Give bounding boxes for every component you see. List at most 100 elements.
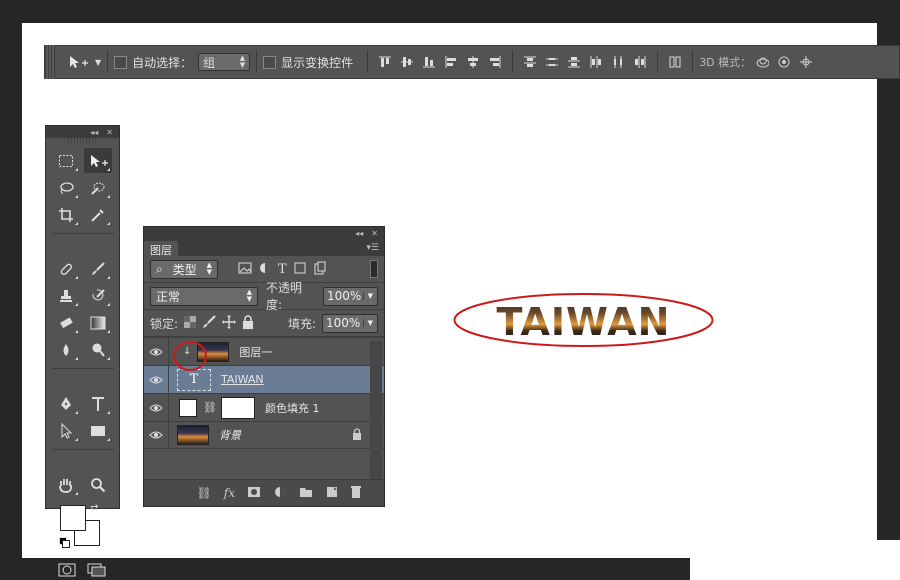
auto-select-dropdown[interactable]: 组 ▲ ▼ bbox=[198, 53, 251, 71]
distribute-vcenter-icon[interactable] bbox=[545, 55, 559, 69]
new-layer-icon[interactable] bbox=[325, 485, 338, 501]
lasso-tool-icon[interactable] bbox=[52, 175, 80, 200]
auto-align-icon[interactable] bbox=[668, 55, 682, 69]
layer-row-background[interactable]: 背景 bbox=[144, 421, 384, 449]
type-tool-icon[interactable] bbox=[84, 391, 112, 416]
adjustment-layer-icon[interactable] bbox=[273, 485, 287, 502]
default-colors-icon[interactable] bbox=[59, 537, 70, 548]
fill-field[interactable]: 100% ▼ bbox=[322, 313, 378, 333]
lock-transparent-icon[interactable] bbox=[184, 315, 197, 331]
filter-smart-object-icon[interactable] bbox=[313, 261, 327, 278]
brush-tool-icon[interactable] bbox=[84, 256, 112, 281]
checkbox-box[interactable] bbox=[263, 55, 277, 69]
align-bottom-icon[interactable] bbox=[422, 55, 436, 69]
3d-pan-icon[interactable] bbox=[799, 55, 813, 69]
move-tool-icon bbox=[70, 56, 88, 68]
close-icon[interactable]: ✕ bbox=[371, 229, 378, 238]
marquee-tool-icon[interactable] bbox=[52, 148, 80, 173]
align-left-icon[interactable] bbox=[444, 55, 458, 69]
layer-mask-thumb bbox=[220, 396, 255, 419]
distribute-hcenter-icon[interactable] bbox=[611, 55, 625, 69]
panel-menu-icon[interactable]: ▾☰ bbox=[366, 243, 384, 256]
add-mask-icon[interactable] bbox=[247, 486, 261, 501]
hand-tool-icon[interactable] bbox=[52, 472, 80, 497]
blur-tool-icon[interactable] bbox=[52, 337, 80, 362]
close-icon[interactable]: ✕ bbox=[106, 128, 113, 137]
show-transform-checkbox[interactable]: 显示变换控件 bbox=[263, 54, 353, 71]
link-layers-icon[interactable]: ⛓ bbox=[197, 486, 212, 500]
clipped-text-taiwan: TAIWAN bbox=[453, 300, 714, 344]
filter-pixel-icon[interactable] bbox=[238, 262, 252, 277]
chevron-down-icon[interactable]: ▼ bbox=[362, 319, 377, 327]
zoom-tool-icon[interactable] bbox=[84, 472, 112, 497]
tab-layers[interactable]: 图层 bbox=[144, 241, 178, 257]
filter-shape-icon[interactable] bbox=[293, 261, 307, 278]
delete-layer-icon[interactable] bbox=[350, 485, 362, 501]
lock-position-icon[interactable] bbox=[222, 314, 237, 332]
visibility-eye-icon[interactable] bbox=[144, 366, 169, 393]
healing-brush-tool-icon[interactable] bbox=[52, 256, 80, 281]
rectangle-tool-icon[interactable] bbox=[84, 418, 112, 443]
divider bbox=[256, 51, 258, 73]
blend-mode-dropdown[interactable]: 正常 ▲ ▼ bbox=[150, 286, 259, 306]
distribute-right-icon[interactable] bbox=[633, 55, 647, 69]
auto-select-value: 组 bbox=[203, 55, 216, 70]
move-tool-icon[interactable] bbox=[84, 148, 112, 173]
swap-colors-icon[interactable]: ⇄ bbox=[90, 503, 98, 514]
dodge-tool-icon[interactable] bbox=[84, 337, 112, 362]
checkbox-box[interactable] bbox=[114, 55, 128, 69]
align-top-icon[interactable] bbox=[378, 55, 392, 69]
tools-panel: ◂◂ ✕ ⇄ bbox=[45, 125, 120, 577]
visibility-eye-icon[interactable] bbox=[144, 338, 169, 365]
quick-select-tool-icon[interactable] bbox=[84, 175, 112, 200]
layers-panel-titlebar[interactable]: ◂◂ ✕ bbox=[144, 227, 384, 239]
tools-divider bbox=[52, 449, 114, 450]
distribute-left-icon[interactable] bbox=[589, 55, 603, 69]
lock-all-icon[interactable] bbox=[242, 314, 254, 332]
layer-row-fill[interactable]: ⛓ 颜色填充 1 bbox=[144, 393, 384, 421]
canvas-artwork[interactable]: TAIWAN bbox=[453, 292, 714, 348]
distribute-bottom-icon[interactable] bbox=[567, 55, 581, 69]
gradient-tool-icon[interactable] bbox=[84, 310, 112, 335]
eraser-tool-icon[interactable] bbox=[52, 310, 80, 335]
fx-icon[interactable]: fx bbox=[224, 486, 235, 500]
opacity-field[interactable]: 100% ▼ bbox=[323, 286, 378, 306]
layer-name: 图层一 bbox=[239, 345, 273, 359]
foreground-color-swatch[interactable] bbox=[60, 505, 86, 531]
opacity-value: 100% bbox=[327, 289, 362, 303]
eyedropper-tool-icon[interactable] bbox=[84, 202, 112, 227]
tools-panel-header[interactable]: ◂◂ ✕ bbox=[46, 126, 119, 138]
lock-image-icon[interactable] bbox=[202, 314, 216, 332]
collapse-icon[interactable]: ◂◂ bbox=[90, 128, 98, 137]
annotation-circle-clipping bbox=[173, 341, 207, 371]
align-vcenter-icon[interactable] bbox=[400, 55, 414, 69]
options-bar-grip[interactable] bbox=[45, 45, 55, 79]
filter-type-icon[interactable]: T bbox=[278, 262, 287, 277]
auto-select-checkbox[interactable]: 自动选择： bbox=[114, 54, 192, 71]
quick-mask-icon[interactable] bbox=[58, 563, 76, 580]
filter-kind-dropdown[interactable]: ⌕ 类型 ▲ ▼ bbox=[150, 259, 218, 279]
3d-roll-icon[interactable] bbox=[777, 55, 791, 69]
crop-tool-icon[interactable] bbox=[52, 202, 80, 227]
fill-label: 填充: bbox=[287, 316, 316, 331]
visibility-eye-icon[interactable] bbox=[144, 422, 169, 448]
filter-toggle-switch[interactable] bbox=[370, 260, 378, 278]
new-group-icon[interactable] bbox=[299, 486, 313, 501]
move-tool-preset[interactable]: ▼ bbox=[67, 54, 101, 70]
chevron-down-icon[interactable]: ▼ bbox=[362, 292, 377, 300]
filter-adjustment-icon[interactable] bbox=[258, 261, 272, 278]
screen-mode-icon[interactable] bbox=[87, 563, 107, 580]
collapse-icon[interactable]: ◂◂ bbox=[355, 229, 363, 238]
pen-tool-icon[interactable] bbox=[52, 391, 80, 416]
divider bbox=[107, 51, 109, 73]
visibility-eye-icon[interactable] bbox=[144, 394, 169, 421]
layers-scrollbar[interactable] bbox=[370, 341, 382, 481]
history-brush-tool-icon[interactable] bbox=[84, 283, 112, 308]
path-selection-tool-icon[interactable] bbox=[52, 418, 80, 443]
align-right-icon[interactable] bbox=[488, 55, 502, 69]
distribute-top-icon[interactable] bbox=[523, 55, 537, 69]
align-hcenter-icon[interactable] bbox=[466, 55, 480, 69]
3d-orbit-icon[interactable] bbox=[755, 55, 770, 69]
clone-stamp-tool-icon[interactable] bbox=[52, 283, 80, 308]
filter-kind-value: 类型 bbox=[172, 262, 197, 277]
